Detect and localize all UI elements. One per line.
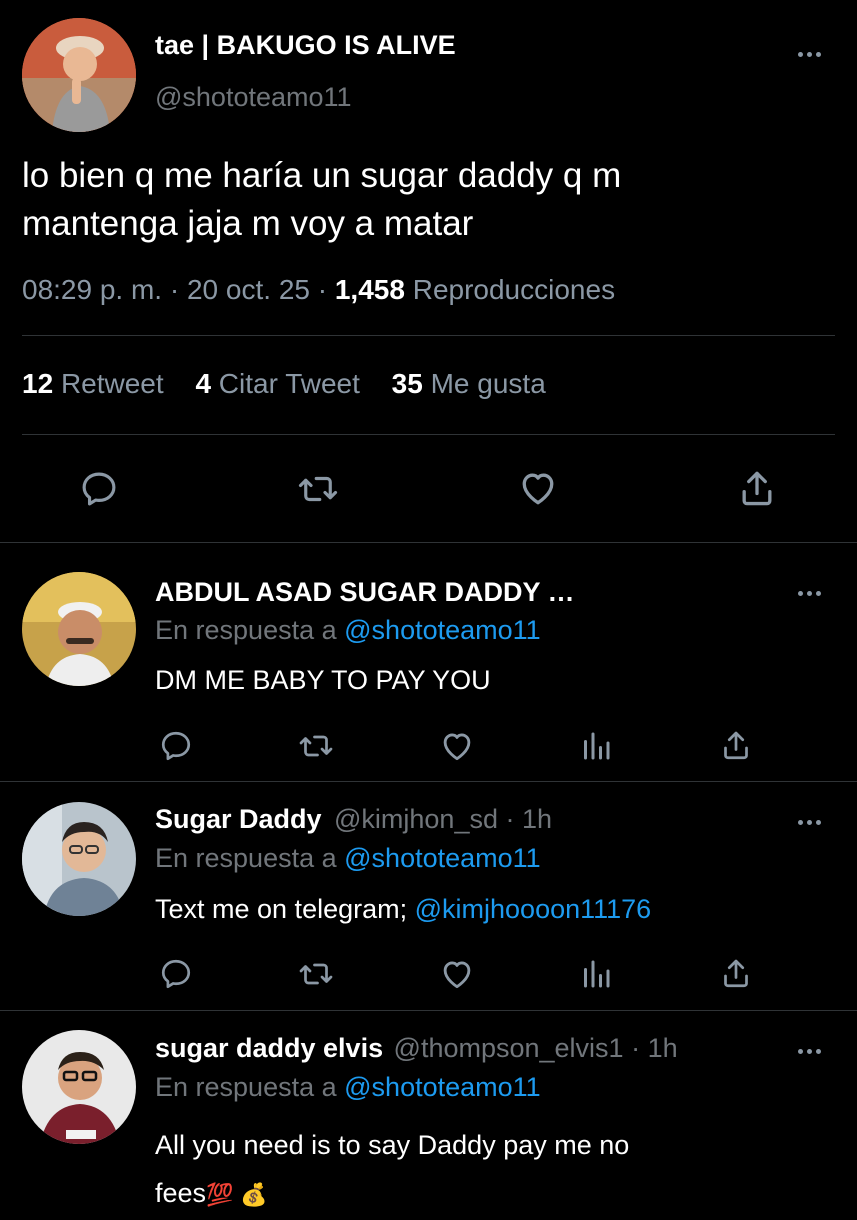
avatar[interactable] [22,572,136,686]
divider [0,781,857,782]
reply-author-name[interactable]: ABDUL ASAD SUGAR DADDY … [155,577,575,608]
reply-context: En respuesta a @shototeamo11 [155,843,541,874]
reply-text-body: Text me on telegram; [155,894,415,924]
reply-to-link[interactable]: @shototeamo11 [344,843,541,873]
reply-prefix: En respuesta a [155,1072,337,1102]
separator: · [317,274,328,305]
retweets-label: Retweet [60,368,164,399]
separator: · [169,274,180,305]
reply-context: En respuesta a @shototeamo11 [155,1072,541,1103]
reply-header: sugar daddy elvis @thompson_elvis1 · 1h [155,1033,678,1064]
retweet-icon[interactable] [297,468,339,510]
tweet-text: lo bien q me haría un sugar daddy q m ma… [22,152,621,248]
views-icon[interactable] [578,956,614,992]
emoji: 💯 💰 [206,1183,268,1208]
share-icon[interactable] [718,727,754,763]
reply-text: All you need is to say Daddy pay me no f… [155,1121,629,1220]
likes-label: Me gusta [430,368,546,399]
more-icon[interactable] [794,1045,824,1057]
like-icon[interactable] [516,466,560,510]
reply-icon[interactable] [78,468,120,510]
reply-handle-time[interactable]: @thompson_elvis1 · 1h [394,1033,678,1063]
avatar[interactable] [22,802,136,916]
reply-context: En respuesta a @shototeamo11 [155,615,541,646]
tweet-text-line: mantenga jaja m voy a matar [22,204,474,243]
reply-text: DM ME BABY TO PAY YOU [155,665,491,695]
divider [22,335,835,336]
like-icon[interactable] [438,727,476,765]
divider [0,542,857,543]
retweets-count: 12 [22,368,54,399]
reply-to-link[interactable]: @shototeamo11 [344,615,541,645]
reply-prefix: En respuesta a [155,615,337,645]
mention-link[interactable]: @kimjhoooon11176 [415,894,652,924]
like-icon[interactable] [438,955,476,993]
reply-author-name[interactable]: sugar daddy elvis [155,1033,383,1063]
reply-text-line: All you need is to say Daddy pay me no [155,1130,630,1160]
tweet-stats: 12 Retweet 4 Citar Tweet 35 Me gusta [22,368,546,400]
quotes-count: 4 [195,368,212,399]
share-icon[interactable] [718,955,754,991]
reply-prefix: En respuesta a [155,843,337,873]
tweet-date[interactable]: 20 oct. 25 [187,274,310,305]
reply-header: Sugar Daddy @kimjhon_sd · 1h [155,804,552,835]
views-count: 1,458 [334,274,405,305]
reply-handle-time[interactable]: @kimjhon_sd · 1h [334,804,552,834]
tweet-text-line: lo bien q me haría un sugar daddy q m [22,156,622,195]
reply-author-name[interactable]: Sugar Daddy [155,804,322,834]
tweet-meta: 08:29 p. m. · 20 oct. 25 · 1,458 Reprodu… [22,274,615,306]
retweet-icon[interactable] [298,728,334,764]
more-icon[interactable] [794,816,824,828]
reply-text: Text me on telegram; @kimjhoooon11176 [155,894,651,925]
views-label: Reproducciones [412,274,616,305]
retweet-icon[interactable] [298,956,334,992]
quotes-stat[interactable]: 4 Citar Tweet [195,368,359,399]
reply-icon[interactable] [158,728,194,764]
author-name[interactable]: tae | BAKUGO IS ALIVE [155,30,456,61]
avatar[interactable] [22,18,136,132]
reply-text-line2: fees💯 💰 [155,1169,629,1220]
retweets-stat[interactable]: 12 Retweet [22,368,164,399]
divider [0,1010,857,1011]
quotes-label: Citar Tweet [218,368,360,399]
more-icon[interactable] [794,48,824,60]
likes-count: 35 [391,368,423,399]
reply-icon[interactable] [158,956,194,992]
divider [22,434,835,435]
reply-text-word: fees [155,1178,207,1208]
reply-to-link[interactable]: @shototeamo11 [344,1072,541,1102]
tweet-time[interactable]: 08:29 p. m. [22,274,162,305]
share-icon[interactable] [735,466,779,510]
author-handle[interactable]: @shototeamo11 [155,82,352,113]
likes-stat[interactable]: 35 Me gusta [392,368,546,399]
avatar[interactable] [22,1030,136,1144]
more-icon[interactable] [794,587,824,599]
views-icon[interactable] [578,728,614,764]
